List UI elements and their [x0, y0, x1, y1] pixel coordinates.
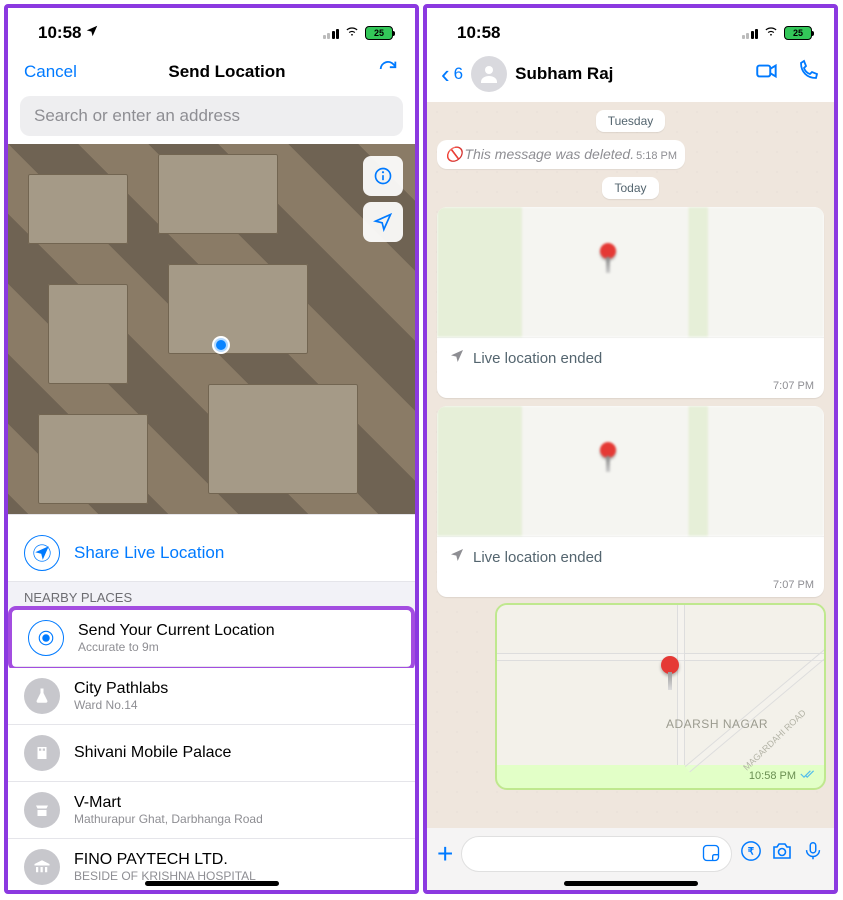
back-button[interactable]: ‹	[441, 59, 450, 90]
received-location-card[interactable]: Live location ended 7:07 PM	[437, 207, 824, 398]
user-location-dot	[212, 336, 230, 354]
date-separator: Tuesday	[596, 110, 666, 132]
date-separator: Today	[602, 177, 658, 199]
refresh-button[interactable]	[377, 58, 399, 86]
avatar[interactable]	[471, 56, 507, 92]
location-ended-icon	[449, 547, 465, 567]
location-ended-icon	[449, 348, 465, 368]
map-recenter-button[interactable]	[363, 202, 403, 242]
location-thumbnail: ADARSH NAGAR MAGARDAHI ROAD	[497, 605, 824, 765]
status-bar: 10:58 25	[427, 8, 834, 52]
message-time: 10:58 PM	[749, 770, 796, 782]
send-current-location-row[interactable]: Send Your Current Location Accurate to 9…	[12, 610, 411, 667]
wifi-icon	[343, 23, 361, 43]
attach-button[interactable]: +	[437, 838, 453, 870]
store-icon	[24, 792, 60, 828]
nearby-section-header: NEARBY PLACES	[8, 582, 415, 609]
building-icon	[24, 735, 60, 771]
list-item[interactable]: Shivani Mobile Palace	[8, 725, 415, 782]
list-item[interactable]: City Pathlabs Ward No.14	[8, 668, 415, 725]
signal-icon	[742, 27, 759, 39]
page-title: Send Location	[168, 62, 285, 82]
sticker-button[interactable]	[701, 843, 721, 869]
voice-call-button[interactable]	[796, 59, 820, 89]
received-location-card[interactable]: Live location ended 7:07 PM	[437, 406, 824, 597]
chat-header: ‹ 6 Subham Raj	[427, 52, 834, 102]
battery-icon: 25	[784, 26, 812, 40]
back-count[interactable]: 6	[454, 64, 463, 84]
home-indicator[interactable]	[564, 881, 698, 886]
list-item[interactable]: V-Mart Mathurapur Ghat, Darbhanga Road	[8, 782, 415, 839]
map-pin-icon	[600, 243, 616, 259]
contact-name[interactable]: Subham Raj	[515, 64, 738, 84]
sent-location-card[interactable]: ADARSH NAGAR MAGARDAHI ROAD 10:58 PM	[497, 605, 824, 788]
deleted-message[interactable]: 🚫 This message was deleted. 5:18 PM	[437, 140, 685, 169]
chat-area[interactable]: Tuesday 🚫 This message was deleted. 5:18…	[427, 102, 834, 828]
location-thumbnail	[437, 207, 824, 337]
home-indicator[interactable]	[145, 881, 279, 886]
mic-button[interactable]	[802, 840, 824, 868]
status-bar: 10:58 25	[8, 8, 415, 52]
location-arrow-icon	[85, 23, 99, 43]
wifi-icon	[762, 23, 780, 43]
live-location-icon	[24, 535, 60, 571]
payment-button[interactable]: ₹	[740, 840, 762, 868]
phone-chat: 10:58 25 ‹ 6 Subham Raj Tuesday 🚫 This m…	[423, 4, 838, 894]
current-location-icon	[28, 620, 64, 656]
map-satellite[interactable]	[8, 144, 415, 514]
read-receipt-icon	[800, 769, 816, 782]
message-time: 7:07 PM	[437, 378, 824, 398]
video-call-button[interactable]	[754, 58, 780, 90]
status-time: 10:58	[457, 23, 500, 43]
svg-text:₹: ₹	[748, 847, 755, 858]
location-thumbnail	[437, 406, 824, 536]
cancel-button[interactable]: Cancel	[24, 62, 77, 82]
phone-send-location: 10:58 25 Cancel Send Location Search or …	[4, 4, 419, 894]
map-info-button[interactable]	[363, 156, 403, 196]
message-input[interactable]	[461, 836, 732, 872]
status-time: 10:58	[38, 23, 81, 43]
blocked-icon: 🚫	[445, 146, 462, 163]
search-input[interactable]: Search or enter an address	[20, 96, 403, 136]
share-live-location-row[interactable]: Share Live Location	[8, 525, 415, 582]
map-pin-icon	[600, 442, 616, 458]
camera-button[interactable]	[770, 839, 794, 869]
nav-bar: Cancel Send Location	[8, 52, 415, 96]
bank-icon	[24, 849, 60, 885]
location-sheet: Share Live Location NEARBY PLACES Send Y…	[8, 514, 415, 890]
message-time: 7:07 PM	[437, 577, 824, 597]
flask-icon	[24, 678, 60, 714]
signal-icon	[323, 27, 340, 39]
map-area-label: ADARSH NAGAR	[666, 717, 768, 731]
battery-icon: 25	[365, 26, 393, 40]
map-pin-icon	[661, 656, 679, 674]
